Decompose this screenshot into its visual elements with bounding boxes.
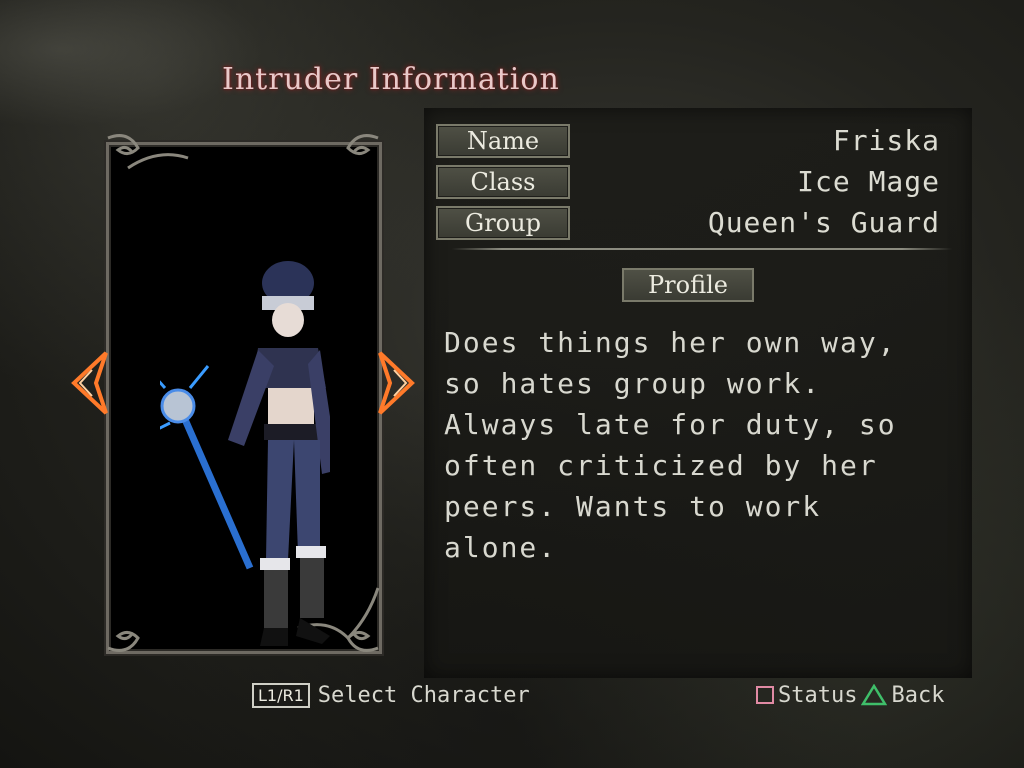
group-value: Queen's Guard: [707, 206, 940, 239]
info-panel: Name Friska Class Ice Mage Group Queen's…: [424, 108, 972, 678]
status-label[interactable]: Status: [778, 683, 857, 708]
back-label[interactable]: Back: [891, 683, 944, 708]
select-character-hint: L1/R1 Select Character: [252, 680, 530, 710]
name-label: Name: [436, 124, 570, 158]
divider: [452, 248, 952, 250]
profile-text: Does things her own way, so hates group …: [444, 326, 897, 564]
button-hints: Status Back: [756, 680, 944, 710]
triangle-icon: [861, 684, 888, 706]
l1-r1-key: L1/R1: [252, 682, 310, 708]
square-icon: [756, 686, 774, 704]
class-label: Class: [436, 165, 570, 199]
profile-label: Profile: [622, 268, 754, 302]
character-portrait-frame: [98, 128, 388, 658]
character-model: [160, 261, 330, 646]
page-title: Intruder Information: [222, 62, 560, 97]
next-character-arrow-icon[interactable]: [376, 348, 420, 418]
class-value: Ice Mage: [797, 165, 940, 198]
select-character-label: Select Character: [317, 682, 530, 708]
name-value: Friska: [832, 124, 940, 157]
group-label: Group: [436, 206, 570, 240]
previous-character-arrow-icon[interactable]: [66, 348, 110, 418]
